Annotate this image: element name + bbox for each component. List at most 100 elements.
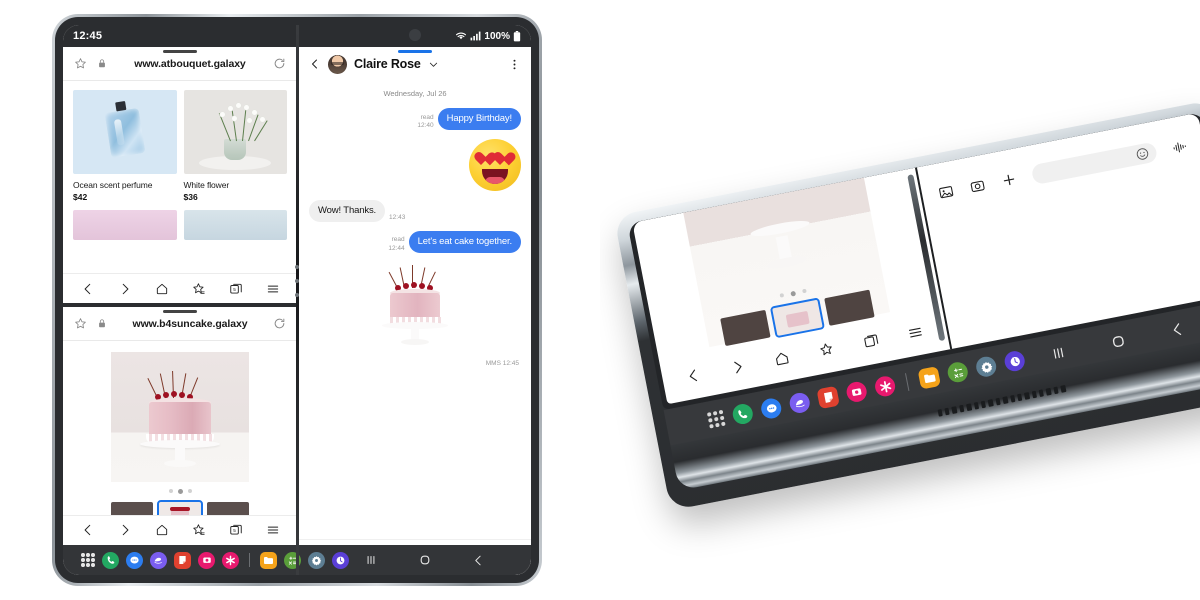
plus-icon[interactable]	[1000, 171, 1019, 190]
cake-mms-image[interactable]	[367, 262, 463, 358]
taskbar-divider	[904, 373, 910, 391]
window-grip-handle[interactable]	[163, 50, 197, 53]
product-card-1[interactable]: White flower $36	[183, 90, 287, 202]
settings-app-icon[interactable]	[974, 354, 998, 379]
gallery-app-icon[interactable]	[222, 551, 239, 569]
gallery-icon[interactable]	[937, 183, 956, 202]
gallery-app-icon[interactable]	[873, 374, 897, 399]
thumbnail-0[interactable]	[111, 502, 153, 515]
message-row-mms-image	[309, 262, 521, 358]
reload-icon[interactable]	[273, 57, 286, 70]
contact-name[interactable]: Claire Rose	[354, 57, 421, 71]
back-chevron-icon[interactable]	[1168, 320, 1187, 339]
camera-icon[interactable]	[968, 177, 987, 196]
more-vertical-icon[interactable]	[508, 58, 521, 71]
url-bar-top[interactable]: www.atbouquet.galaxy	[63, 47, 297, 81]
swatch-pink[interactable]	[73, 210, 177, 240]
url-bar-bottom[interactable]: www.b4suncake.galaxy	[63, 307, 297, 342]
bookmarks-star-icon[interactable]	[192, 523, 206, 537]
message-bubble[interactable]: Let's eat cake together.	[408, 230, 521, 253]
recents-icon[interactable]	[364, 553, 378, 567]
message-bubble[interactable]: Wow! Thanks.	[309, 199, 386, 222]
phone-app-icon[interactable]	[731, 402, 755, 426]
window-grip-handle[interactable]	[163, 310, 197, 314]
avatar[interactable]	[328, 54, 347, 74]
product-price: $36	[183, 192, 198, 202]
bloom	[231, 116, 237, 121]
forward-icon[interactable]	[118, 523, 132, 537]
menu-icon[interactable]	[266, 282, 280, 296]
thumb-cherries	[170, 507, 190, 512]
message-input[interactable]	[1030, 141, 1159, 186]
cake-hero-image[interactable]	[111, 352, 249, 483]
emoji-smiley-icon[interactable]	[1134, 146, 1150, 162]
back-icon[interactable]	[684, 366, 703, 385]
back-icon[interactable]	[309, 57, 321, 71]
settings-app-icon[interactable]	[308, 551, 325, 569]
carousel-dot[interactable]	[187, 489, 192, 494]
home-circle-icon[interactable]	[418, 553, 432, 567]
message-meta: 12:43	[389, 214, 405, 222]
carousel-dot[interactable]	[779, 293, 784, 298]
files-app-icon[interactable]	[917, 366, 942, 390]
browser-app-icon[interactable]	[787, 391, 812, 415]
camera-app-icon[interactable]	[198, 551, 215, 569]
home-circle-icon[interactable]	[1108, 331, 1128, 351]
url-text-bottom[interactable]: www.b4suncake.galaxy	[117, 318, 263, 330]
forward-icon[interactable]	[118, 282, 132, 296]
heart-eyes-emoji[interactable]	[469, 138, 521, 191]
recents-icon[interactable]	[1048, 343, 1068, 363]
files-app-icon[interactable]	[260, 551, 277, 569]
thumbnail-2[interactable]	[207, 502, 249, 515]
messages-app-icon[interactable]	[759, 396, 783, 421]
cake-stand-base	[164, 460, 196, 468]
url-text-top[interactable]: www.atbouquet.galaxy	[117, 58, 263, 70]
menu-icon[interactable]	[906, 323, 925, 342]
home-icon[interactable]	[155, 523, 169, 537]
bookmarks-star-icon[interactable]	[192, 282, 206, 296]
menu-icon[interactable]	[266, 523, 280, 537]
carousel-dot[interactable]	[168, 489, 173, 494]
apps-grid-icon[interactable]	[81, 553, 95, 567]
taskbar-divider	[249, 553, 250, 567]
reload-icon[interactable]	[273, 317, 286, 330]
thumbnail-1-selected[interactable]	[157, 500, 203, 515]
clock-app-icon[interactable]	[1002, 349, 1027, 373]
star-icon[interactable]	[74, 317, 87, 330]
home-icon[interactable]	[773, 349, 792, 368]
cake-stand-neck	[775, 234, 792, 259]
status-bar-right: 100%	[299, 25, 531, 47]
tabs-icon[interactable]	[862, 332, 881, 351]
perfume-bottle-image[interactable]	[73, 90, 177, 174]
chevron-down-icon[interactable]	[428, 59, 439, 70]
product-card-0[interactable]: Ocean scent perfume $42	[73, 90, 177, 202]
messages-app-icon[interactable]	[126, 551, 143, 569]
back-chevron-icon[interactable]	[472, 554, 485, 567]
star-icon[interactable]	[74, 57, 87, 70]
apps-grid-icon[interactable]	[706, 409, 726, 429]
clock-app-icon[interactable]	[332, 551, 349, 569]
carousel-dot-active[interactable]	[789, 290, 796, 297]
notes-app-icon[interactable]	[174, 551, 191, 569]
carousel-dot[interactable]	[801, 288, 807, 294]
notes-app-icon[interactable]	[816, 385, 840, 410]
forward-icon[interactable]	[728, 358, 747, 377]
back-icon[interactable]	[81, 523, 95, 537]
tabs-icon[interactable]: 5	[229, 523, 243, 537]
browser-app-icon[interactable]	[150, 551, 167, 569]
back-icon[interactable]	[81, 282, 95, 296]
product-grid: Ocean scent perfume $42 White flower $36	[63, 81, 297, 202]
message-meta: read 12:44	[388, 236, 404, 252]
voice-waveform-icon[interactable]	[1171, 139, 1189, 155]
phone-app-icon[interactable]	[102, 551, 119, 569]
tabs-icon[interactable]: 5	[229, 282, 243, 296]
swatch-blue[interactable]	[183, 210, 287, 240]
message-bubble[interactable]: Happy Birthday!	[437, 108, 521, 130]
carousel-dot-active[interactable]	[177, 489, 183, 495]
home-icon[interactable]	[155, 282, 169, 296]
cherry	[403, 282, 409, 289]
calculator-app-icon[interactable]	[946, 360, 970, 384]
bookmarks-star-icon[interactable]	[817, 340, 836, 359]
flower-vase-image[interactable]	[183, 90, 287, 174]
camera-app-icon[interactable]	[844, 380, 869, 404]
